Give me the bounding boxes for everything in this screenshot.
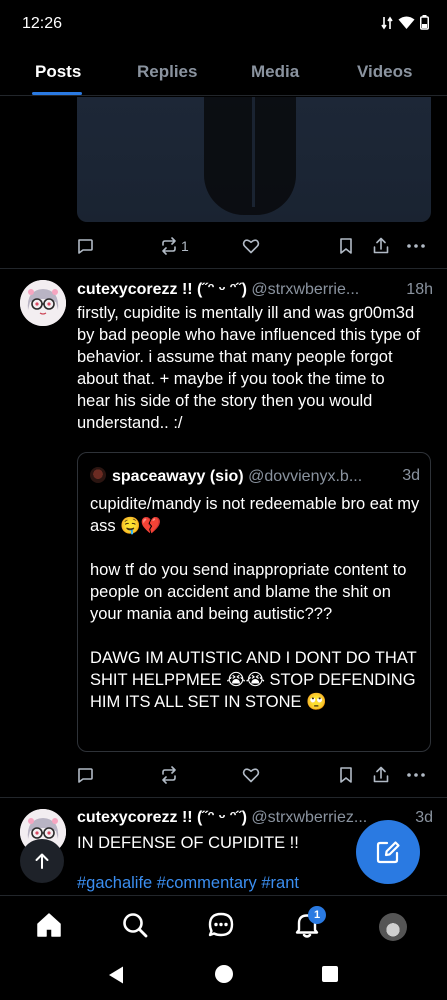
active-tab-indicator [32, 92, 82, 95]
post-time: 18h [402, 281, 433, 299]
repost-button[interactable]: 1 [160, 234, 189, 258]
nav-home[interactable] [34, 910, 64, 940]
profile-tabs: Posts Replies Media Videos [0, 48, 447, 96]
quote-author-name: spaceawayy (sio) [112, 468, 244, 485]
nav-search[interactable] [120, 910, 150, 940]
quoted-post[interactable]: spaceawayy (sio) @dovvienyx.b... 3d cupi… [77, 452, 431, 752]
post-hashtags[interactable]: #gachalife #commentary #rant [77, 874, 299, 893]
quote-author-handle: @dovvienyx.b... [248, 468, 363, 485]
home-icon [37, 913, 61, 937]
post-actions: 1 [76, 234, 432, 258]
quote-text: cupidite/mandy is not redeemable bro eat… [90, 495, 420, 711]
chat-icon [208, 912, 234, 937]
repost-button[interactable] [160, 763, 178, 787]
like-button[interactable] [242, 763, 260, 787]
nav-profile-avatar[interactable] [379, 913, 407, 941]
scroll-to-top-button[interactable] [20, 839, 64, 883]
bookmark-icon [340, 767, 352, 783]
bottom-navigation: 1 [0, 895, 447, 957]
back-icon[interactable] [106, 965, 126, 985]
author-handle[interactable]: @strxwberrie... [251, 281, 359, 298]
home-circle-icon[interactable] [214, 964, 234, 984]
like-button[interactable] [242, 234, 260, 258]
reply-icon [78, 768, 93, 783]
bookmark-button[interactable] [338, 234, 354, 258]
notification-badge: 1 [308, 906, 326, 924]
post-header: cutexycorezz !! (˝ᵔ ᵕ ᵔ˝) @strxwberrie..… [77, 281, 433, 299]
share-icon [373, 766, 389, 783]
heart-icon [242, 239, 260, 254]
status-time: 12:26 [22, 15, 63, 32]
share-icon [373, 237, 389, 254]
quote-time: 3d [398, 467, 420, 485]
anime-avatar-image [20, 280, 66, 326]
arrow-up-icon [35, 853, 49, 869]
repost-icon [162, 237, 176, 255]
post-feed[interactable]: 1 cutexycorezz !! (˝ᵔ ᵕ ᵔ˝) @strxwberrie… [0, 97, 447, 895]
compose-post-button[interactable] [356, 820, 420, 884]
search-icon [123, 913, 148, 938]
reply-icon [78, 239, 93, 254]
status-bar: 12:26 [0, 0, 447, 48]
quote-avatar [90, 467, 106, 483]
tab-media[interactable]: Media [251, 62, 299, 82]
share-button[interactable] [372, 763, 390, 787]
share-button[interactable] [372, 234, 390, 258]
bookmark-icon [340, 238, 352, 254]
tab-posts[interactable]: Posts [35, 62, 81, 82]
post-actions [76, 763, 432, 787]
more-icon [407, 244, 425, 248]
repost-count: 1 [181, 238, 189, 254]
bookmark-button[interactable] [338, 763, 354, 787]
post-time: 3d [411, 809, 433, 827]
repost-icon [162, 766, 176, 784]
reply-button[interactable] [76, 763, 94, 787]
reply-button[interactable] [76, 234, 94, 258]
status-icons [381, 15, 429, 30]
author-name[interactable]: cutexycorezz !! (˝ᵔ ᵕ ᵔ˝) [77, 809, 247, 826]
data-arrows-icon [381, 16, 393, 29]
nav-chat[interactable] [206, 910, 236, 940]
more-options-button[interactable] [406, 763, 426, 787]
author-handle[interactable]: @strxwberriez... [251, 809, 367, 826]
post-media-image[interactable] [77, 97, 431, 222]
post-text: firstly, cupidite is mentally ill and wa… [77, 304, 421, 432]
post-divider [0, 797, 447, 798]
tab-replies[interactable]: Replies [137, 62, 197, 82]
avatar[interactable] [20, 280, 66, 326]
wifi-icon [398, 16, 415, 29]
quote-header: spaceawayy (sio) @dovvienyx.b... 3d [90, 467, 420, 486]
recents-icon[interactable] [321, 965, 339, 983]
author-name[interactable]: cutexycorezz !! (˝ᵔ ᵕ ᵔ˝) [77, 281, 247, 298]
system-navigation-bar [0, 957, 447, 1000]
post-divider [0, 268, 447, 269]
tab-videos[interactable]: Videos [357, 62, 412, 82]
compose-icon [376, 841, 400, 864]
more-options-button[interactable] [406, 234, 426, 258]
more-icon [407, 773, 425, 777]
heart-icon [242, 768, 260, 783]
battery-icon [420, 15, 429, 30]
